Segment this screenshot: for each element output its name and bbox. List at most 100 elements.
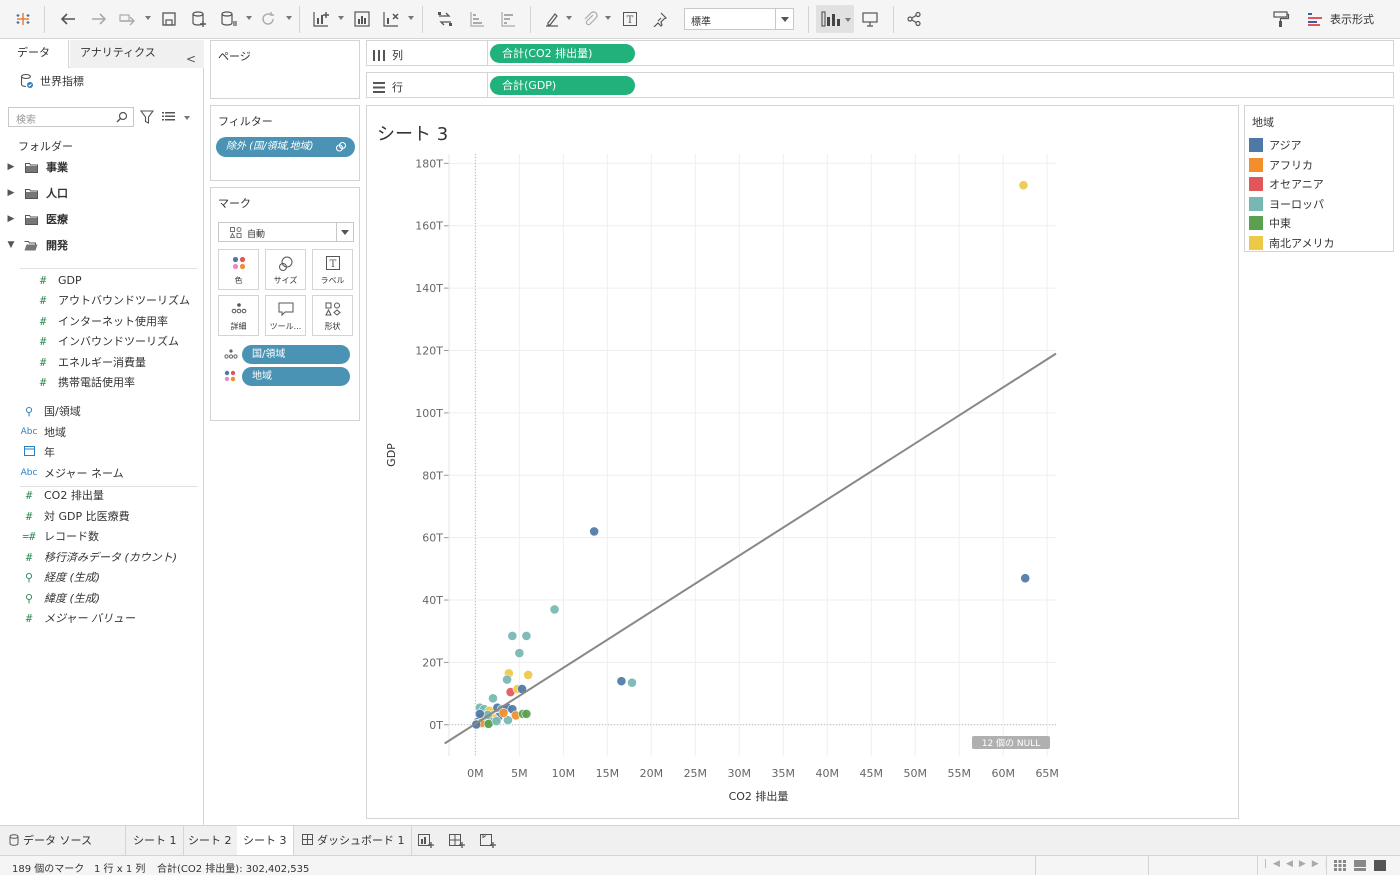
folder-population[interactable]: ▶ 人口 [0, 183, 203, 203]
field-label: アウトバウンドツーリズム [58, 294, 190, 307]
field-country[interactable]: ⚲ 国/領域 [18, 401, 81, 421]
legend-item[interactable]: アフリカ [1249, 156, 1313, 174]
highlight-icon[interactable] [542, 8, 562, 30]
filter-pill[interactable]: 除外 (国/領域,地域) [216, 137, 355, 157]
show-mark-labels-icon[interactable]: T [620, 8, 640, 30]
grid-view-icon[interactable] [1334, 860, 1346, 874]
size-button[interactable]: サイズ [265, 249, 306, 290]
tab-sheet-1[interactable]: シート 1 [127, 826, 184, 856]
field-health-exp[interactable]: # 対 GDP 比医療費 [18, 506, 130, 526]
columns-shelf[interactable]: 列 合計(CO2 排出量) [366, 40, 1394, 66]
field-longitude[interactable]: ⚲ 経度 (生成) [18, 567, 100, 587]
link-icon [335, 141, 347, 152]
legend-swatch [1249, 157, 1263, 172]
legend-item[interactable]: ヨーロッパ [1249, 195, 1324, 213]
legend-item[interactable]: オセアニア [1249, 175, 1324, 193]
color-button[interactable]: 色 [218, 249, 259, 290]
presentation-mode-icon[interactable] [860, 8, 880, 30]
undo-icon[interactable] [57, 8, 79, 30]
folder-label: 事業 [46, 161, 68, 174]
save-icon[interactable] [159, 8, 179, 30]
redo-icon[interactable] [88, 8, 110, 30]
calendar-icon [18, 445, 40, 459]
field-migrated-count[interactable]: # 移行済みデータ (カウント) [18, 547, 177, 567]
view-options-icon[interactable] [162, 111, 176, 126]
tab-data[interactable]: データ [0, 40, 69, 68]
swap-rows-columns-icon[interactable] [434, 8, 456, 30]
share-icon[interactable] [904, 8, 924, 30]
field-inbound-tourism[interactable]: # インバウンドツーリズム [32, 331, 179, 351]
folder-business[interactable]: ▶ 事業 [0, 157, 203, 177]
field-co2[interactable]: # CO2 排出量 [18, 485, 104, 505]
mark-type-select[interactable]: 自動 [218, 222, 354, 242]
label-button-label: ラベル [320, 276, 345, 285]
fix-axes-icon[interactable] [650, 8, 670, 30]
tab-sheet-2[interactable]: シート 2 [182, 826, 239, 856]
mark-pill-country[interactable]: 国/領域 [242, 345, 350, 364]
tab-datasource[interactable]: データ ソース [0, 826, 126, 856]
columns-pill[interactable]: 合計(CO2 排出量) [490, 44, 635, 63]
datasource-item[interactable]: 世界指標 [20, 73, 84, 89]
tab-sheet-3[interactable]: シート 3 [237, 826, 294, 856]
label-button[interactable]: T ラベル [312, 249, 353, 290]
field-record-count[interactable]: =# レコード数 [18, 526, 99, 546]
replay-icon[interactable] [117, 8, 139, 30]
collapse-pane-icon[interactable]: < [186, 46, 196, 72]
tab-dashboard-1[interactable]: ダッシュボード 1 [294, 826, 412, 856]
sheet-navigation-icon[interactable]: |◀◀▶▶| [1264, 859, 1334, 869]
field-year[interactable]: 年 [18, 442, 55, 462]
single-view-icon[interactable] [1374, 860, 1386, 874]
new-worksheet-icon[interactable] [310, 8, 332, 30]
tab-analytics[interactable]: アナリティクス < [70, 40, 204, 68]
format-painter-icon[interactable] [1271, 8, 1291, 30]
group-members-icon[interactable] [580, 8, 600, 30]
toolbar: T 標準 表示形式 [0, 0, 1400, 39]
tooltip-icon [266, 302, 305, 316]
field-latitude[interactable]: ⚲ 緯度 (生成) [18, 588, 100, 608]
pages-card[interactable]: ページ [210, 40, 360, 99]
refresh-icon[interactable] [258, 8, 278, 30]
legend-item[interactable]: アジア [1249, 136, 1302, 154]
field-outbound-tourism[interactable]: # アウトバウンドツーリズム [32, 290, 190, 310]
field-region[interactable]: Abc 地域 [18, 422, 66, 442]
folder-health[interactable]: ▶ 医療 [0, 209, 203, 229]
y-axis-title: GDP [385, 443, 398, 467]
shape-button[interactable]: 形状 [312, 295, 353, 336]
scatter-chart[interactable]: 0M 5M 10M 15M 20M 25M 30M 35M 40M 45M 50M 55M 60M 65M… [367, 106, 1238, 818]
filter-fields-icon[interactable] [139, 110, 155, 127]
detail-button[interactable]: 詳細 [218, 295, 259, 336]
show-me-button[interactable] [816, 5, 854, 33]
tooltip-button[interactable]: ツール... [265, 295, 306, 336]
legend-item[interactable]: 南北アメリカ [1249, 234, 1334, 252]
filters-card[interactable]: フィルター 除外 (国/領域,地域) [210, 105, 360, 181]
pause-updates-icon[interactable] [219, 8, 239, 30]
sort-ascending-icon[interactable] [466, 8, 488, 30]
new-dashboard-tab-icon[interactable] [449, 834, 465, 851]
new-story-tab-icon[interactable] [480, 834, 496, 851]
field-mobile-usage[interactable]: # 携帯電話使用率 [32, 372, 135, 392]
new-worksheet-tab-icon[interactable] [418, 834, 434, 851]
folder-development[interactable]: ▼ 開発 [0, 235, 203, 255]
field-measure-names[interactable]: Abc メジャー ネーム [18, 463, 124, 483]
fit-select[interactable]: 標準 [684, 8, 794, 30]
field-internet-usage[interactable]: # インターネット使用率 [32, 311, 168, 331]
rows-pill[interactable]: 合計(GDP) [490, 76, 635, 95]
field-measure-values[interactable]: # メジャー バリュー [18, 608, 135, 628]
filmstrip-view-icon[interactable] [1354, 860, 1366, 874]
clear-sheet-icon[interactable] [380, 8, 402, 30]
duplicate-sheet-icon[interactable] [351, 8, 373, 30]
field-gdp[interactable]: # GDP [32, 270, 82, 290]
field-search-input[interactable]: 検索 [8, 107, 134, 127]
view-options-caret[interactable] [184, 116, 190, 120]
field-energy-usage[interactable]: # エネルギー消費量 [32, 352, 146, 372]
sort-descending-icon[interactable] [497, 8, 519, 30]
x-tick-label: 60M [991, 767, 1015, 780]
rows-shelf[interactable]: 行 合計(GDP) [366, 72, 1394, 98]
display-format-button[interactable]: 表示形式 [1308, 11, 1374, 27]
new-datasource-icon[interactable] [189, 8, 209, 30]
field-label: 移行済みデータ (カウント) [44, 551, 178, 564]
mark-pill-region[interactable]: 地域 [242, 367, 350, 386]
mark-type-value: 自動 [247, 230, 266, 240]
tableau-logo-icon[interactable] [12, 8, 34, 30]
legend-item[interactable]: 中東 [1249, 214, 1291, 232]
